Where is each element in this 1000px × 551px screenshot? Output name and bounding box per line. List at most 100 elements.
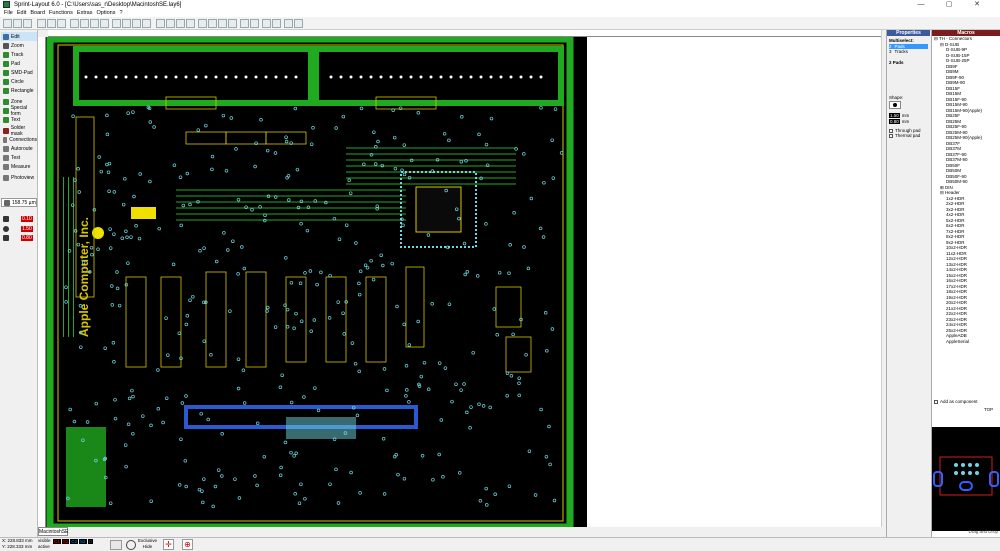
connector-pin bbox=[459, 75, 463, 79]
toolbar-button-1[interactable] bbox=[3, 19, 12, 28]
minimize-button[interactable]: — bbox=[910, 0, 932, 9]
tool-label: SMD-Pad bbox=[11, 69, 33, 76]
y-coordinate: Y: 228.333 mm bbox=[2, 544, 33, 549]
tree-item[interactable]: AppleSerial bbox=[932, 339, 1000, 345]
toolbar-button-10[interactable] bbox=[100, 19, 109, 28]
toolbar-button-4[interactable] bbox=[37, 19, 46, 28]
tool-edit[interactable]: Edit bbox=[1, 32, 37, 41]
toolbar-button-11[interactable] bbox=[112, 19, 121, 28]
hole-inner-value[interactable]: 0.80 bbox=[889, 119, 900, 124]
toolbar-button-25[interactable] bbox=[262, 19, 271, 28]
menu-file[interactable]: File bbox=[4, 10, 13, 16]
tool-pad[interactable]: Pad bbox=[1, 59, 37, 68]
toolbar-button-15[interactable] bbox=[156, 19, 165, 28]
macro-tree[interactable]: ⊟ TH - Connectors ⊟ D-SUB D-SUB-9P D-SUB-15… bbox=[932, 36, 1000, 344]
toolbar-button-6[interactable] bbox=[57, 19, 66, 28]
tool-test[interactable]: Test bbox=[1, 153, 37, 162]
tool-zoom[interactable]: Zoom bbox=[1, 41, 37, 50]
menu-options[interactable]: Options bbox=[97, 10, 116, 16]
active-label: active bbox=[38, 544, 50, 549]
horizontal-scrollbar[interactable] bbox=[48, 527, 881, 535]
layer-selector[interactable]: C1 S1 C2 S2 O bbox=[53, 539, 94, 544]
tool-label: Track bbox=[11, 51, 24, 58]
crosshair-icon[interactable]: ✛ bbox=[163, 539, 174, 550]
selected-pad[interactable] bbox=[131, 207, 156, 219]
zone-icon bbox=[3, 98, 9, 105]
add-as-component-option[interactable]: Add as component bbox=[934, 399, 978, 404]
layer-s1[interactable]: S1 bbox=[61, 539, 70, 544]
hole-outer-value[interactable]: 1.50 bbox=[889, 113, 900, 118]
toolbar-button-5[interactable] bbox=[47, 19, 56, 28]
tool-circle[interactable]: Circle bbox=[1, 77, 37, 86]
menu-help[interactable]: ? bbox=[119, 10, 122, 16]
toolbar-button-23[interactable] bbox=[240, 19, 249, 28]
connector-pin bbox=[164, 75, 168, 79]
shape-selector[interactable] bbox=[889, 101, 901, 109]
pad-inner-row[interactable]: 0.80 bbox=[1, 233, 37, 242]
tool-label: Connections bbox=[9, 136, 37, 143]
tool-special-form[interactable]: Special form bbox=[1, 105, 37, 117]
exclusive-toggle-icon[interactable] bbox=[126, 540, 136, 550]
connector-pin bbox=[294, 75, 298, 79]
tool-text[interactable]: Text bbox=[1, 115, 37, 124]
pad-inner-icon bbox=[3, 234, 9, 241]
toolbar-button-28[interactable] bbox=[294, 19, 303, 28]
tool-connections[interactable]: Connections bbox=[1, 135, 37, 144]
target-icon[interactable]: ⊕ bbox=[182, 539, 193, 550]
toolbar-button-12[interactable] bbox=[122, 19, 131, 28]
macro-preview bbox=[932, 427, 1000, 531]
pad-outer-value[interactable]: 1.50 bbox=[21, 225, 33, 232]
thermal-pad-option[interactable]: Thermal pad bbox=[889, 133, 928, 138]
toolbar-button-13[interactable] bbox=[132, 19, 141, 28]
add-as-component-checkbox[interactable] bbox=[934, 399, 938, 404]
close-button[interactable]: ✕ bbox=[966, 0, 988, 9]
multiselect-row-tracks[interactable]: 3 Tracks bbox=[889, 49, 928, 54]
menu-extras[interactable]: Extras bbox=[77, 10, 93, 16]
toolbar-button-24[interactable] bbox=[250, 19, 259, 28]
tool-smd-pad[interactable]: SMD-Pad bbox=[1, 68, 37, 77]
pad-outer-row[interactable]: 1.50 bbox=[1, 224, 37, 233]
layer-c1[interactable]: C1 bbox=[53, 539, 61, 544]
tool-solder-mask[interactable]: Solder mask bbox=[1, 125, 37, 137]
connector-pin bbox=[154, 75, 158, 79]
toolbar-button-22[interactable] bbox=[228, 19, 237, 28]
maximize-button[interactable]: ▢ bbox=[938, 0, 960, 9]
toolbar-button-3[interactable] bbox=[23, 19, 32, 28]
tool-rectangle[interactable]: Rectangle bbox=[1, 86, 37, 95]
pad-inner-value[interactable]: 0.80 bbox=[21, 234, 33, 241]
toolbar-button-16[interactable] bbox=[166, 19, 175, 28]
tool-track[interactable]: Track bbox=[1, 50, 37, 59]
tool-measure[interactable]: Measure bbox=[1, 162, 37, 171]
through-pad-checkbox[interactable] bbox=[889, 128, 893, 133]
toolbar-button-18[interactable] bbox=[186, 19, 195, 28]
left-bus bbox=[60, 177, 74, 337]
layout-tab[interactable]: MacintoshSE bbox=[38, 527, 68, 536]
connector-pin bbox=[244, 75, 248, 79]
toolbar-button-2[interactable] bbox=[13, 19, 22, 28]
menu-functions[interactable]: Functions bbox=[49, 10, 73, 16]
toolbar-button-27[interactable] bbox=[284, 19, 293, 28]
toolbar-button-9[interactable] bbox=[90, 19, 99, 28]
track-width-value[interactable]: 0.10 bbox=[21, 215, 33, 222]
menu-edit[interactable]: Edit bbox=[17, 10, 26, 16]
toolbar-button-17[interactable] bbox=[176, 19, 185, 28]
grid-selector[interactable]: 158.75 µm bbox=[1, 198, 37, 207]
thermal-pad-checkbox[interactable] bbox=[889, 133, 893, 138]
track-width-row[interactable]: 0.10 bbox=[1, 214, 37, 223]
toolbar-button-19[interactable] bbox=[198, 19, 207, 28]
layer-s2[interactable]: S2 bbox=[79, 539, 87, 544]
toolbar-button-7[interactable] bbox=[70, 19, 79, 28]
macros-panel: Macros ⊟ TH - Connectors ⊟ D-SUB D-SUB-9P D… bbox=[931, 30, 1000, 537]
layer-switch-button[interactable] bbox=[110, 540, 122, 550]
tool-autoroute[interactable]: Autoroute bbox=[1, 144, 37, 153]
toolbar-button-8[interactable] bbox=[80, 19, 89, 28]
menu-board[interactable]: Board bbox=[30, 10, 45, 16]
tool-photoview[interactable]: Photoview bbox=[1, 173, 37, 182]
toolbar-button-14[interactable] bbox=[142, 19, 151, 28]
layer-c2[interactable]: C2 bbox=[70, 539, 79, 544]
toolbar-button-20[interactable] bbox=[208, 19, 217, 28]
layer-o[interactable]: O bbox=[87, 539, 94, 544]
toolbar-button-21[interactable] bbox=[218, 19, 227, 28]
pcb-board[interactable]: Apple Computer, Inc. bbox=[46, 37, 587, 527]
toolbar-button-26[interactable] bbox=[272, 19, 281, 28]
